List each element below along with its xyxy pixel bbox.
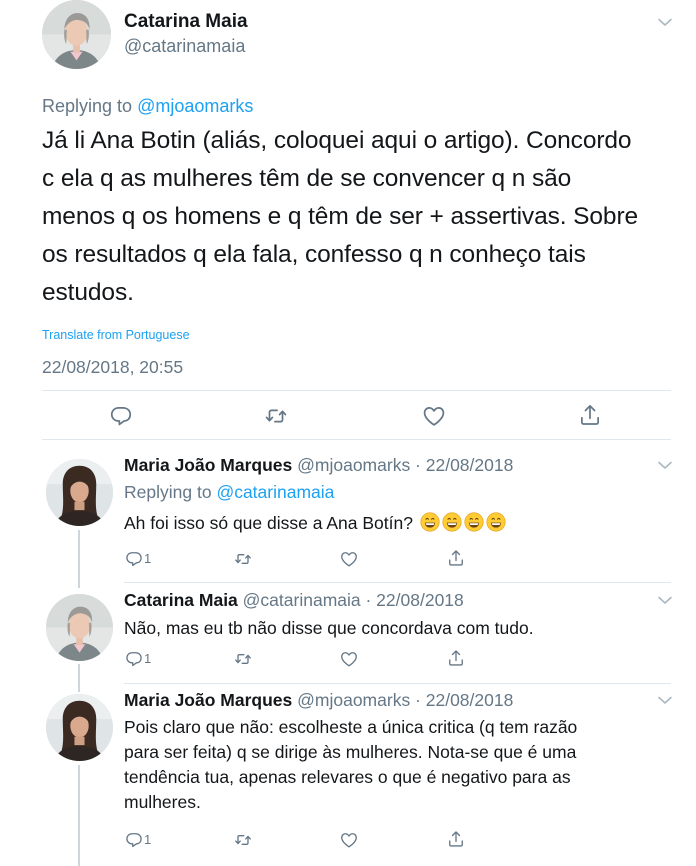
reply-header: Catarina Maia @catarinamaia · 22/08/2018 [124,590,464,611]
main-tweet-text-line: c ela q as mulheres têm de se convencer … [42,165,572,192]
reply-icon[interactable] [124,549,144,569]
main-tweet-author-name[interactable]: Catarina Maia [124,11,248,33]
main-tweet-text-line: menos q os homens e q têm de ser + asser… [42,203,639,230]
grinning-face-icon [464,512,484,532]
main-tweet-text-line: os resultados q ela fala, confesso q n c… [42,241,586,268]
reply-handle-date[interactable]: @catarinamaia · 22/08/2018 [243,590,464,610]
share-icon[interactable] [577,402,603,428]
reply-text-line: tendência tua, apenas relevares o que é … [124,767,571,787]
reply-text-line: mulheres. [124,792,201,812]
chevron-down-icon[interactable] [656,594,674,606]
reply-text: Não, mas eu tb não disse que concordava … [124,616,534,641]
retweet-icon[interactable] [233,549,253,569]
avatar[interactable] [46,459,113,526]
reply-text-line: Não, mas eu tb não disse que concordava … [124,618,534,638]
share-icon[interactable] [446,648,466,668]
replying-to: Replying to @catarinamaia [124,482,334,503]
reply-icon[interactable] [124,649,144,669]
thread-line [78,530,80,588]
reply-text-line: Pois claro que não: escolheste a única c… [124,717,578,737]
chevron-down-icon[interactable] [656,459,674,471]
replying-to: Replying to @mjoaomarks [42,96,253,117]
grinning-face-icon [420,512,440,532]
thread-line [78,765,80,866]
share-icon[interactable] [446,548,466,568]
reply-text-line: para ser feita) q se dirige às mulheres.… [124,742,577,762]
avatar[interactable] [42,0,111,69]
grinning-face-icon [486,512,506,532]
avatar[interactable] [46,694,113,761]
main-tweet-timestamp: 22/08/2018, 20:55 [42,357,184,377]
share-icon[interactable] [446,829,466,849]
reply-text: Ah foi isso só que disse a Ana Botín? [124,511,506,536]
reply-count: 1 [144,651,152,666]
divider [124,683,671,684]
chevron-down-icon[interactable] [656,16,674,28]
heart-icon[interactable] [339,549,359,569]
divider [42,390,671,391]
reply-author-name[interactable]: Maria João Marques [124,455,292,475]
divider [42,439,671,440]
replying-to-label: Replying to [124,482,212,502]
main-tweet-author-handle[interactable]: @catarinamaia [124,36,245,57]
thread-line [78,664,80,692]
heart-icon[interactable] [339,649,359,669]
reply-count: 1 [144,551,152,566]
retweet-icon[interactable] [233,649,253,669]
avatar[interactable] [46,594,113,661]
reply-author-name[interactable]: Maria João Marques [124,690,292,710]
retweet-icon[interactable] [263,403,289,429]
grinning-face-icon [442,512,462,532]
main-tweet-text: Já li Ana Botin (aliás, coloquei aqui o … [42,122,682,312]
reply-header: Maria João Marques @mjoaomarks · 22/08/2… [124,690,513,711]
reply-author-name[interactable]: Catarina Maia [124,590,238,610]
reply-handle-date[interactable]: @mjoaomarks · 22/08/2018 [297,455,513,475]
chevron-down-icon[interactable] [656,694,674,706]
heart-icon[interactable] [421,403,447,429]
retweet-icon[interactable] [233,830,253,850]
main-tweet-text-line: Já li Ana Botin (aliás, coloquei aqui o … [42,127,632,154]
reply-text-line: Ah foi isso só que disse a Ana Botín? [124,513,413,533]
reply-handle-date[interactable]: @mjoaomarks · 22/08/2018 [297,690,513,710]
heart-icon[interactable] [339,830,359,850]
replying-to-handle-link[interactable]: @mjoaomarks [137,96,253,116]
reply-icon[interactable] [108,403,134,429]
main-tweet-text-line: estudos. [42,279,134,306]
replying-to-label: Replying to [42,96,133,116]
divider [124,582,671,583]
reply-header: Maria João Marques @mjoaomarks · 22/08/2… [124,455,513,476]
reply-icon[interactable] [124,830,144,850]
reply-count: 1 [144,832,152,847]
reply-text: Pois claro que não: escolheste a única c… [124,715,684,815]
translate-link[interactable]: Translate from Portuguese [42,328,190,342]
replying-to-handle-link[interactable]: @catarinamaia [216,482,334,502]
